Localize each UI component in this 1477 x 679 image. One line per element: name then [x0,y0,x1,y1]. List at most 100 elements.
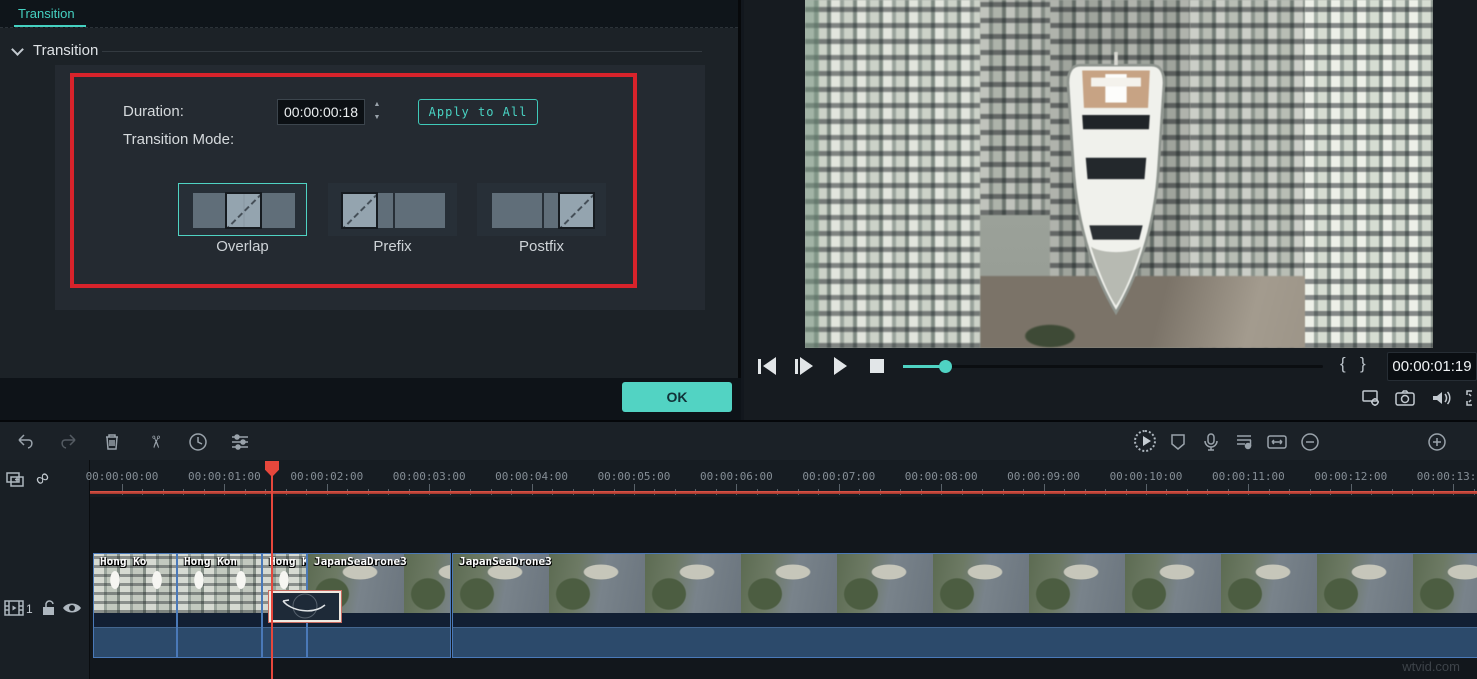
duration-decrement-icon[interactable]: ▼ [370,112,384,124]
ruler-timestamp: 00:00:01:00 [182,470,266,483]
clip-a-rect [492,193,542,228]
ruler-timestamp: 00:00:13:00 [1411,470,1477,483]
apply-to-all-button[interactable]: Apply to All [418,99,538,125]
stop-button[interactable] [870,356,884,376]
ruler-timestamp: 00:00:08:00 [899,470,983,483]
building [1305,0,1433,348]
ruler-timestamp: 00:00:04:00 [490,470,574,483]
video-preview [805,0,1433,348]
ruler-timestamp: 00:00:10:00 [1104,470,1188,483]
ok-button[interactable]: OK [622,382,732,412]
timeline-clip[interactable]: Hong Kon [177,553,262,658]
adjust-settings-button[interactable] [228,431,252,453]
ruler-timestamp: 00:00:02:00 [285,470,369,483]
overlap-transition-icon [225,192,262,229]
prefix-transition-icon [341,192,378,229]
display-settings-icon[interactable] [1360,388,1382,408]
mark-in-icon[interactable]: { [1340,354,1346,374]
postfix-transition-icon [558,192,595,229]
tab-active-underline [14,25,86,27]
ruler-timestamp: 00:00:05:00 [592,470,676,483]
clip-audio-band [453,627,1477,657]
redo-button[interactable] [56,431,80,453]
clip-audio-band [178,627,261,657]
video-track-1: Hong KoHong KonHong KoJapanSeaDrone3Japa… [0,553,1477,658]
volume-icon[interactable] [1430,388,1452,408]
fit-timeline-button[interactable] [1265,431,1289,453]
ruler-timestamp: 00:00:06:00 [694,470,778,483]
render-preview-button[interactable] [1134,430,1156,452]
ruler-timestamp: 00:00:03:00 [387,470,471,483]
section-divider [102,51,702,52]
ruler-timestamp: 00:00:11:00 [1206,470,1290,483]
step-back-icon [763,357,776,375]
timeline-area: ∞ 1 00:00:00:0000:00:01:0000:00:02:0000:… [0,460,1477,679]
section-collapse-chevron-icon[interactable] [11,43,24,56]
timeline-clip[interactable]: JapanSeaDrone3 [452,553,1477,658]
ruler-timestamp: 00:00:12:00 [1309,470,1393,483]
panel-footer: OK [0,378,741,420]
duration-input[interactable] [277,99,365,125]
boat-building [1027,52,1205,324]
duration-increment-icon[interactable]: ▲ [370,99,384,111]
tab-transition[interactable]: Transition [18,6,75,21]
ripple-edit-icon[interactable]: ∞ [31,466,55,492]
marker-flag-button[interactable] [1166,431,1190,453]
ruler-baseline [90,491,1477,494]
clip-b-rect [395,193,445,228]
clip-label: JapanSeaDrone3 [459,555,552,568]
clip-label: Hong Ko [100,555,146,568]
stop-icon [870,359,884,373]
duration-label: Duration: [123,103,184,120]
zoom-out-button[interactable] [1298,431,1322,453]
building [805,0,980,348]
add-track-icon[interactable] [5,471,27,496]
timeline-toolbar: ✂ [0,420,1477,460]
clip-audio-band [308,627,450,657]
play-button[interactable] [834,356,847,376]
mode-option-overlap[interactable] [178,183,307,236]
preview-panel: { } 00:00:01:19 [744,0,1477,420]
delete-button[interactable] [100,431,124,453]
clip-label: Hong Ko [269,555,307,568]
undo-button[interactable] [14,431,38,453]
snapshot-camera-icon[interactable] [1394,388,1416,408]
clip-label: Hong Kon [184,555,237,568]
watermark: wtvid.com [1402,659,1460,674]
clip-body [94,613,176,627]
duration-field-group: ▲ ▼ [277,99,385,125]
play-icon [834,357,847,375]
video-editor-app: Transition Transition Duration: ▲ ▼ Appl… [0,0,1477,679]
step-forward-icon [800,357,813,375]
applied-transition-clip[interactable] [268,590,342,623]
mode-name-postfix: Postfix [477,238,606,255]
clip-body [453,613,1477,627]
mark-out-icon[interactable]: } [1360,354,1366,374]
timeline-clip[interactable]: Hong Ko [93,553,177,658]
current-timecode: 00:00:01:19 [1387,352,1477,381]
mode-option-postfix[interactable] [477,183,606,236]
duration-clock-button[interactable] [186,431,210,453]
ruler-timestamp: 00:00:00:00 [80,470,164,483]
audio-mixer-button[interactable] [1232,431,1256,453]
previous-frame-button[interactable] [758,356,776,376]
playhead-line [271,461,273,679]
section-title: Transition [33,42,98,59]
mode-name-overlap: Overlap [178,238,307,255]
clip-thumbnails [453,554,1477,613]
transition-mode-label: Transition Mode: [123,131,234,148]
clip-audio-band [263,627,306,657]
clip-audio-band [94,627,176,657]
next-frame-button[interactable] [795,356,813,376]
clip-body [178,613,261,627]
zoom-in-button[interactable] [1425,431,1449,453]
seek-slider[interactable] [903,365,1323,368]
fullscreen-icon[interactable] [1464,388,1477,408]
mode-option-prefix[interactable] [328,183,457,236]
ruler-timestamp: 00:00:07:00 [797,470,881,483]
transition-panel: Transition Transition Duration: ▲ ▼ Appl… [0,0,741,420]
seek-handle[interactable] [939,360,952,373]
split-scissors-icon[interactable]: ✂ [144,430,166,454]
ruler-timestamp: 00:00:09:00 [1002,470,1086,483]
record-voiceover-button[interactable] [1199,431,1223,453]
